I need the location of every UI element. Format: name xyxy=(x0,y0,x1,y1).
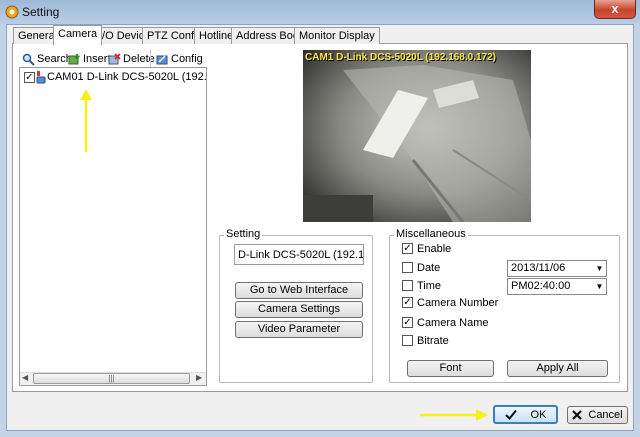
checkmark-icon xyxy=(504,409,517,420)
tab-camera[interactable]: Camera xyxy=(53,25,103,45)
scroll-left-arrow-icon[interactable]: ◀ xyxy=(22,373,28,382)
font-button[interactable]: Font xyxy=(407,360,494,377)
search-label: Search xyxy=(37,53,72,65)
enable-label: Enable xyxy=(417,243,452,255)
toolbar-separator xyxy=(150,50,151,67)
ok-label: OK xyxy=(530,408,547,421)
camera-number-label: Camera Number xyxy=(417,297,499,309)
chevron-down-icon[interactable]: ▼ xyxy=(593,279,606,294)
date-checkbox[interactable] xyxy=(402,262,413,273)
camera-feed-image xyxy=(303,50,531,222)
annotation-arrow-up-icon xyxy=(80,89,92,152)
search-button[interactable]: Search xyxy=(22,52,72,66)
ok-button[interactable]: OK xyxy=(493,405,558,424)
scroll-right-arrow-icon[interactable]: ▶ xyxy=(196,373,202,382)
settings-app-icon xyxy=(5,5,19,19)
delete-camera-icon xyxy=(108,52,121,64)
cancel-button[interactable]: Cancel xyxy=(567,406,628,424)
setting-group-legend: Setting xyxy=(224,228,263,240)
insert-label: Insert xyxy=(83,53,111,65)
config-button[interactable]: Config xyxy=(156,52,203,66)
time-checkbox[interactable] xyxy=(402,280,413,291)
insert-camera-icon xyxy=(68,53,80,64)
camera-name-checkbox[interactable]: ✓ xyxy=(402,317,413,328)
annotation-arrow-right-icon xyxy=(420,409,488,421)
bitrate-label: Bitrate xyxy=(417,335,449,347)
time-value: PM02:40:00 xyxy=(511,280,571,292)
time-label: Time xyxy=(417,280,442,292)
insert-button[interactable]: Insert xyxy=(68,52,111,66)
cancel-label: Cancel xyxy=(588,409,623,421)
camera-name-field[interactable]: D-Link DCS-5020L (192.168.0. xyxy=(234,244,364,265)
ip-camera-icon xyxy=(36,71,46,84)
apply-all-button[interactable]: Apply All xyxy=(507,360,608,377)
camera-item-checkbox[interactable]: ✓ xyxy=(24,72,35,83)
date-value: 2013/11/06 xyxy=(511,262,566,274)
camera-list-item[interactable]: CAM01 D-Link DCS-5020L (192.168.0.1 xyxy=(47,71,207,83)
preview-overlay-text: CAM1 D-Link DCS-5020L (192.168.0.172) xyxy=(305,52,497,63)
title-bar xyxy=(0,0,640,24)
delete-button[interactable]: Delete xyxy=(108,52,155,66)
bitrate-checkbox[interactable] xyxy=(402,335,413,346)
chevron-down-icon[interactable]: ▼ xyxy=(593,261,606,276)
camera-settings-button[interactable]: Camera Settings xyxy=(235,301,363,318)
cancel-x-icon xyxy=(572,410,583,420)
config-label: Config xyxy=(171,53,203,65)
miscellaneous-group-legend: Miscellaneous xyxy=(394,228,468,240)
date-label: Date xyxy=(417,262,441,274)
video-parameter-button[interactable]: Video Parameter xyxy=(235,321,363,338)
time-dropdown[interactable]: PM02:40:00 xyxy=(507,278,607,295)
camera-number-checkbox[interactable]: ✓ xyxy=(402,297,413,308)
go-to-web-interface-button[interactable]: Go to Web Interface xyxy=(235,282,363,299)
config-icon xyxy=(156,54,168,64)
search-icon xyxy=(22,53,35,66)
camera-list[interactable] xyxy=(19,67,207,386)
enable-checkbox[interactable]: ✓ xyxy=(402,243,413,254)
close-window-button[interactable]: x xyxy=(594,0,636,19)
camera-preview xyxy=(303,50,531,222)
camera-name-label: Camera Name xyxy=(417,317,489,329)
tab-monitor-display[interactable]: Monitor Display xyxy=(294,27,380,44)
scrollbar-thumb[interactable]: ||| xyxy=(33,373,190,384)
window-title: Setting xyxy=(22,5,60,19)
date-dropdown[interactable]: 2013/11/06 xyxy=(507,260,607,277)
